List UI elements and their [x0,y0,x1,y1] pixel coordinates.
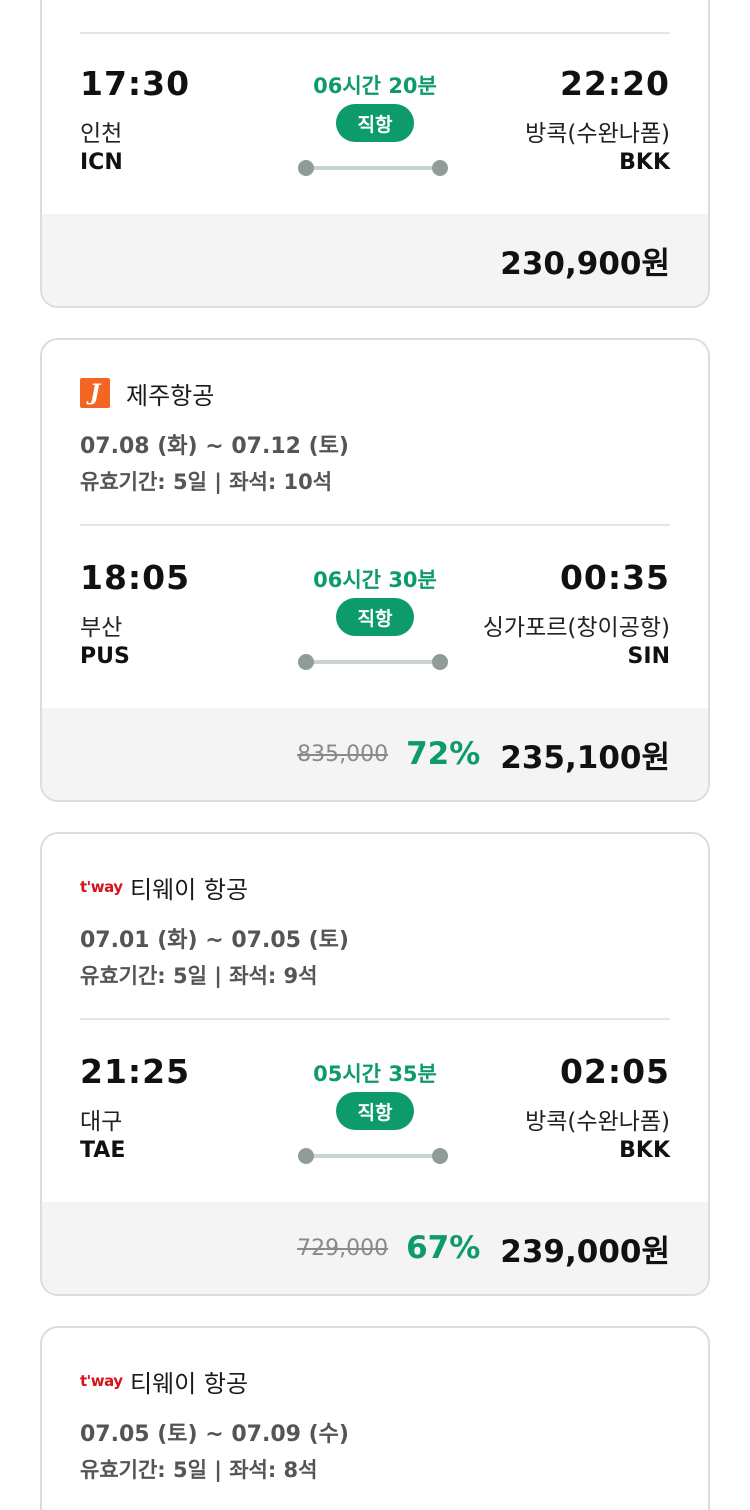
route-line [298,160,448,176]
flight-info: 18:05 부산 PUS 06시간 30분 직항 00:35 싱가포르(창이공항… [80,558,670,698]
route-end-dot [432,160,448,176]
airline-header: t'way 티웨이 항공 [80,870,248,904]
route-end-dot [432,1148,448,1164]
original-price: 835,000 [297,741,389,767]
original-price: 729,000 [297,1235,389,1261]
direct-flight-badge: 직항 [336,1092,414,1130]
departure-city: 부산 [80,615,123,641]
discount-rate: 67% [406,1230,481,1266]
flight-info: 17:30 인천 ICN 06시간 20분 직항 22:20 방콕(수완나폼) … [80,64,670,204]
tway-logo-icon: t'way [80,1372,123,1390]
price-bar: 835,000 72% 235,100원 [42,708,708,800]
departure-city: 대구 [80,1109,123,1135]
card-divider [80,524,670,526]
jeju-air-logo-icon: J [80,378,110,408]
flight-duration: 06시간 30분 [313,568,437,592]
airline-name: 티웨이 항공 [130,875,249,904]
arrival-time: 02:05 [559,1052,670,1091]
validity-seats: 유효기간: 5일 | 좌석: 9석 [80,964,318,988]
airline-header: t'way 티웨이 항공 [80,1364,248,1398]
airline-header: J 제주항공 [80,376,214,410]
route-line [298,654,448,670]
arrival-city: 방콕(수완나폼) [525,121,670,147]
arrival-code: BKK [619,1138,670,1163]
route-start-dot [298,1148,314,1164]
departure-code: PUS [80,644,130,669]
card-divider [80,1018,670,1020]
flight-card[interactable]: t'way 티웨이 항공 07.05 (토) ~ 07.09 (수) 유효기간:… [40,1326,710,1510]
departure-time: 21:25 [80,1052,191,1091]
price-bar: 729,000 67% 239,000원 [42,1202,708,1294]
route-start-dot [298,654,314,670]
travel-dates: 07.05 (토) ~ 07.09 (수) [80,1422,349,1447]
direct-flight-badge: 직항 [336,598,414,636]
tway-logo-icon: t'way [80,878,123,896]
departure-code: ICN [80,150,123,175]
validity-seats: 유효기간: 5일 | 좌석: 8석 [80,1458,318,1482]
flight-card[interactable]: t'way 티웨이 항공 07.01 (화) ~ 07.05 (토) 유효기간:… [40,832,710,1296]
travel-dates: 07.08 (화) ~ 07.12 (토) [80,434,349,459]
flight-info: 21:25 대구 TAE 05시간 35분 직항 02:05 방콕(수완나폼) … [80,1052,670,1192]
price-bar: 230,900원 [42,214,708,306]
route-line [298,1148,448,1164]
arrival-time: 22:20 [559,64,670,103]
airline-name: 티웨이 항공 [130,1369,249,1398]
direct-flight-badge: 직항 [336,104,414,142]
flight-duration: 05시간 35분 [313,1062,437,1086]
flight-card[interactable]: J 제주항공 07.08 (화) ~ 07.12 (토) 유효기간: 5일 | … [40,338,710,802]
route-end-dot [432,654,448,670]
travel-dates: 07.01 (화) ~ 07.05 (토) [80,928,349,953]
arrival-code: BKK [619,150,670,175]
departure-code: TAE [80,1138,126,1163]
departure-city: 인천 [80,121,123,147]
discount-rate: 72% [406,736,481,772]
arrival-city: 싱가포르(창이공항) [482,615,670,641]
route-start-dot [298,160,314,176]
final-price: 239,000원 [500,1233,670,1270]
arrival-city: 방콕(수완나폼) [525,1109,670,1135]
departure-time: 18:05 [80,558,191,597]
final-price: 230,900원 [500,245,670,282]
flight-card[interactable]: 17:30 인천 ICN 06시간 20분 직항 22:20 방콕(수완나폼) … [40,0,710,308]
card-divider [80,32,670,34]
final-price: 235,100원 [500,739,670,776]
arrival-code: SIN [627,644,670,669]
airline-name: 제주항공 [126,381,215,410]
validity-seats: 유효기간: 5일 | 좌석: 10석 [80,470,333,494]
flight-duration: 06시간 20분 [313,74,437,98]
departure-time: 17:30 [80,64,191,103]
arrival-time: 00:35 [559,558,670,597]
